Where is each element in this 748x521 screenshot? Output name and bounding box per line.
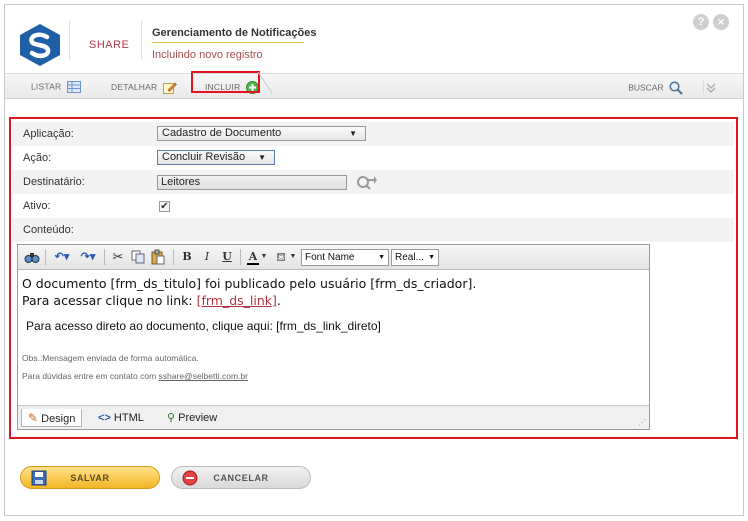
detalhar-button[interactable]: DETALHAR bbox=[111, 81, 177, 94]
conteudo-label: Conteúdo: bbox=[23, 224, 74, 236]
acao-label: Ação: bbox=[23, 152, 52, 164]
copy-icon[interactable] bbox=[130, 249, 146, 265]
cancel-label: CANCELAR bbox=[213, 473, 269, 483]
ativo-checkbox[interactable]: ✔ bbox=[159, 201, 170, 212]
underline-button[interactable]: U bbox=[220, 249, 234, 265]
font-color-button[interactable]: A bbox=[247, 249, 259, 265]
content-line: Para acesso direto ao documento, clique … bbox=[26, 319, 381, 333]
toolbar-separator bbox=[240, 249, 241, 265]
brand-name: SHARE bbox=[89, 39, 130, 51]
listar-button[interactable]: LISTAR bbox=[31, 81, 81, 93]
buscar-label: BUSCAR bbox=[628, 82, 664, 93]
header-divider bbox=[69, 19, 70, 61]
list-icon bbox=[66, 81, 81, 93]
contact-email-link[interactable]: sshare@selbetti.com.br bbox=[159, 371, 248, 381]
undo-button[interactable]: ↶▾ bbox=[51, 249, 73, 265]
content-line: O documento [frm_ds_titulo] foi publicad… bbox=[22, 276, 477, 291]
html-label: HTML bbox=[113, 412, 144, 424]
editor-toolbar: ↶▾ ↷▾ ✂ B I U A ▼ ⛾ ▼ Font Name ▼ Real..… bbox=[18, 245, 649, 270]
font-size-value: Real... bbox=[395, 252, 424, 263]
chevron-down-icon[interactable]: ▼ bbox=[289, 249, 297, 265]
incluir-highlight bbox=[191, 71, 260, 93]
toolbar-separator bbox=[173, 249, 174, 265]
aplicacao-value: Cadastro de Documento bbox=[162, 127, 282, 139]
cut-button[interactable]: ✂ bbox=[111, 249, 125, 265]
editor-content[interactable]: O documento [frm_ds_titulo] foi publicad… bbox=[18, 271, 649, 405]
toolbar-separator bbox=[45, 249, 46, 265]
design-tab[interactable]: ✎ Design bbox=[21, 409, 83, 427]
acao-value: Concluir Revisão bbox=[162, 151, 246, 163]
pencil-icon: ✎ bbox=[28, 411, 39, 425]
destinatario-label: Destinatário: bbox=[23, 176, 85, 188]
page-title: Gerenciamento de Notificações bbox=[152, 27, 317, 39]
detalhar-label: DETALHAR bbox=[111, 81, 158, 92]
code-icon: <> bbox=[98, 412, 111, 424]
preview-tab[interactable]: ⚲ Preview bbox=[161, 409, 223, 427]
bold-button[interactable]: B bbox=[180, 249, 194, 265]
dropdown-arrow-icon: ▼ bbox=[258, 153, 266, 162]
header: SHARE Gerenciamento de Notificações Incl… bbox=[5, 5, 743, 73]
chevron-down-icon[interactable]: ▼ bbox=[260, 249, 268, 265]
aplicacao-label: Aplicação: bbox=[23, 128, 74, 140]
buscar-button[interactable]: BUSCAR bbox=[628, 81, 683, 95]
save-label: SALVAR bbox=[70, 473, 110, 483]
cut-icon: ✂ bbox=[112, 249, 124, 264]
lookup-icon[interactable] bbox=[355, 174, 377, 190]
edit-icon bbox=[162, 82, 177, 94]
font-size-select[interactable]: Real... ▼ bbox=[391, 249, 439, 266]
resize-grip-icon[interactable]: ⋰ bbox=[638, 418, 646, 427]
aplicacao-select[interactable]: Cadastro de Documento ▼ bbox=[157, 126, 366, 141]
destinatario-row: Destinatário: Leitores bbox=[13, 170, 734, 194]
magnifier-icon: ⚲ bbox=[167, 412, 176, 424]
preview-label: Preview bbox=[178, 412, 218, 424]
page-subtitle: Incluindo novo registro bbox=[152, 49, 263, 61]
dropdown-arrow-icon: ▼ bbox=[349, 129, 357, 138]
listar-label: LISTAR bbox=[31, 81, 62, 92]
search-icon bbox=[669, 81, 683, 95]
contact-text: Para dúvidas entre em contato com bbox=[22, 371, 159, 381]
help-icon[interactable]: ? bbox=[693, 14, 709, 30]
redo-button[interactable]: ↷▾ bbox=[77, 249, 99, 265]
destinatario-field[interactable]: Leitores bbox=[157, 175, 347, 190]
ativo-row: Ativo: ✔ bbox=[13, 194, 734, 218]
tab-divider bbox=[257, 72, 273, 94]
content-text: Para acessar clique no link: bbox=[22, 293, 197, 308]
design-label: Design bbox=[41, 413, 76, 425]
contact-line: Para dúvidas entre em contato com sshare… bbox=[22, 370, 645, 382]
share-logo-icon bbox=[20, 24, 60, 66]
aplicacao-row: Aplicação: Cadastro de Documento ▼ bbox=[13, 122, 734, 146]
font-name-select[interactable]: Font Name ▼ bbox=[301, 249, 389, 266]
html-tab[interactable]: <> HTML bbox=[92, 409, 150, 427]
close-icon[interactable]: ✕ bbox=[713, 14, 729, 30]
acao-select[interactable]: Concluir Revisão ▼ bbox=[157, 150, 275, 165]
font-name-value: Font Name bbox=[305, 252, 355, 263]
editor-mode-bar: ✎ Design <> HTML ⚲ Preview ⋰ bbox=[18, 405, 649, 429]
paste-icon[interactable] bbox=[150, 249, 166, 265]
dropdown-arrow-icon: ▼ bbox=[378, 254, 385, 261]
toolbar: LISTAR DETALHAR INCLUIR BUSCAR bbox=[5, 73, 743, 99]
content-link[interactable]: [frm_ds_link] bbox=[197, 293, 277, 308]
save-button[interactable]: SALVAR bbox=[20, 466, 160, 489]
redo-icon: ↷▾ bbox=[80, 251, 96, 263]
chevron-down-icon[interactable] bbox=[703, 80, 717, 94]
undo-icon: ↶▾ bbox=[54, 251, 70, 263]
dropdown-arrow-icon: ▼ bbox=[428, 254, 435, 261]
rich-text-editor: ↶▾ ↷▾ ✂ B I U A ▼ ⛾ ▼ Font Name ▼ Real..… bbox=[17, 244, 650, 430]
acao-row: Ação: Concluir Revisão ▼ bbox=[13, 146, 734, 170]
italic-button[interactable]: I bbox=[200, 249, 214, 265]
toolbar-separator bbox=[104, 249, 105, 265]
title-underline bbox=[152, 42, 304, 43]
cancel-button[interactable]: CANCELAR bbox=[171, 466, 311, 489]
content-line: Para acessar clique no link: [frm_ds_lin… bbox=[22, 292, 645, 309]
conteudo-row: Conteúdo: bbox=[13, 218, 734, 242]
header-divider bbox=[141, 19, 142, 61]
highlight-button[interactable]: ⛾ bbox=[273, 249, 289, 265]
paint-bucket-icon: ⛾ bbox=[276, 250, 286, 264]
find-icon[interactable] bbox=[24, 249, 40, 265]
form-panel: Aplicação: Cadastro de Documento ▼ Ação:… bbox=[9, 117, 738, 439]
ativo-label: Ativo: bbox=[23, 200, 51, 212]
app-window: SHARE Gerenciamento de Notificações Incl… bbox=[4, 4, 744, 516]
obs-line: Obs.:Mensagem enviada de forma automátic… bbox=[22, 353, 199, 363]
content-text: . bbox=[276, 293, 281, 308]
